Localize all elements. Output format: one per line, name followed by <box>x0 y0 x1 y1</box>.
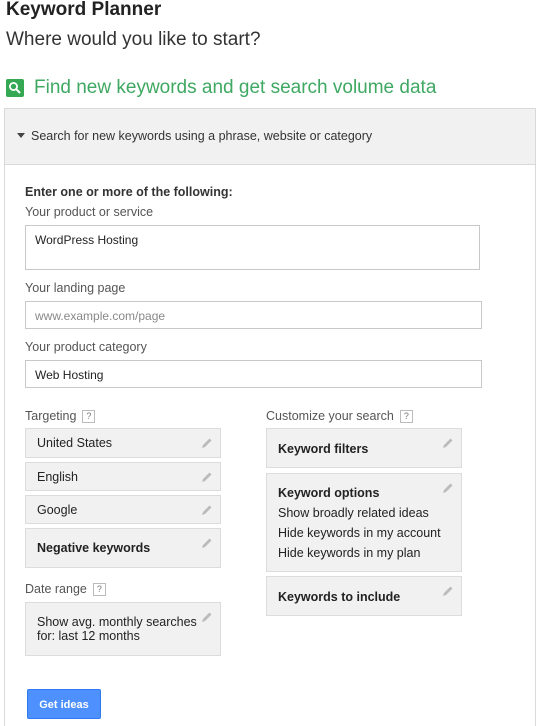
date-range-value-line1: Show avg. monthly searches <box>37 615 197 629</box>
pencil-icon <box>202 438 212 448</box>
form-intro: Enter one or more of the following: <box>25 185 233 199</box>
date-range-card[interactable]: Show avg. monthly searches for: last 12 … <box>25 602 221 656</box>
help-icon[interactable]: ? <box>92 583 106 596</box>
pencil-icon <box>443 483 453 493</box>
keywords-to-include-label: Keywords to include <box>278 590 401 604</box>
category-input[interactable]: Web Hosting <box>25 360 482 388</box>
pencil-icon <box>202 505 212 515</box>
negative-keywords-label: Negative keywords <box>37 541 151 555</box>
keyword-filters[interactable]: Keyword filters <box>266 428 462 468</box>
keyword-option: Hide keywords in my account <box>278 526 441 540</box>
help-icon[interactable]: ? <box>82 410 96 423</box>
search-icon <box>6 79 24 97</box>
find-keywords-section-title[interactable]: Find new keywords and get search volume … <box>6 77 436 99</box>
help-icon[interactable]: ? <box>399 410 413 423</box>
negative-keywords[interactable]: Negative keywords <box>25 528 221 568</box>
targeting-network-label: Google <box>37 503 78 517</box>
get-ideas-button[interactable]: Get ideas <box>27 689 101 719</box>
pencil-icon <box>202 538 212 548</box>
pencil-icon <box>443 586 453 596</box>
targeting-location-label: United States <box>37 436 113 450</box>
keywords-to-include[interactable]: Keywords to include <box>266 576 462 616</box>
pencil-icon <box>443 438 453 448</box>
page-title: Keyword Planner <box>6 0 162 20</box>
pencil-icon <box>202 472 212 482</box>
targeting-heading: Targeting? <box>25 409 96 423</box>
product-input[interactable]: WordPress Hosting <box>25 225 480 270</box>
date-range-heading: Date range? <box>25 582 106 596</box>
search-panel-header[interactable]: Search for new keywords using a phrase, … <box>5 109 535 165</box>
landing-page-label: Your landing page <box>25 281 126 295</box>
keyword-filters-label: Keyword filters <box>278 442 369 456</box>
product-label: Your product or service <box>25 205 154 219</box>
date-range-label: Date range <box>25 582 87 596</box>
category-label: Your product category <box>25 340 147 354</box>
landing-page-input[interactable]: www.example.com/page <box>25 301 482 329</box>
keyword-options[interactable]: Keyword options Show broadly related ide… <box>266 473 462 572</box>
customize-heading: Customize your search? <box>266 409 413 423</box>
search-panel-header-text: Search for new keywords using a phrase, … <box>31 129 373 143</box>
date-range-value-line2: for: last 12 months <box>37 629 140 643</box>
targeting-label: Targeting <box>25 409 77 423</box>
keyword-options-title: Keyword options <box>278 486 380 500</box>
targeting-language[interactable]: English <box>25 462 221 491</box>
keyword-option: Hide keywords in my plan <box>278 546 421 560</box>
find-keywords-title: Find new keywords and get search volume … <box>34 77 437 98</box>
keyword-option: Show broadly related ideas <box>278 506 429 520</box>
pencil-icon <box>202 612 212 622</box>
caret-down-icon <box>17 133 25 138</box>
targeting-location[interactable]: United States <box>25 428 221 458</box>
targeting-network[interactable]: Google <box>25 495 221 524</box>
page-subtitle: Where would you like to start? <box>6 29 261 50</box>
customize-label: Customize your search <box>266 409 394 423</box>
targeting-language-label: English <box>37 470 78 484</box>
